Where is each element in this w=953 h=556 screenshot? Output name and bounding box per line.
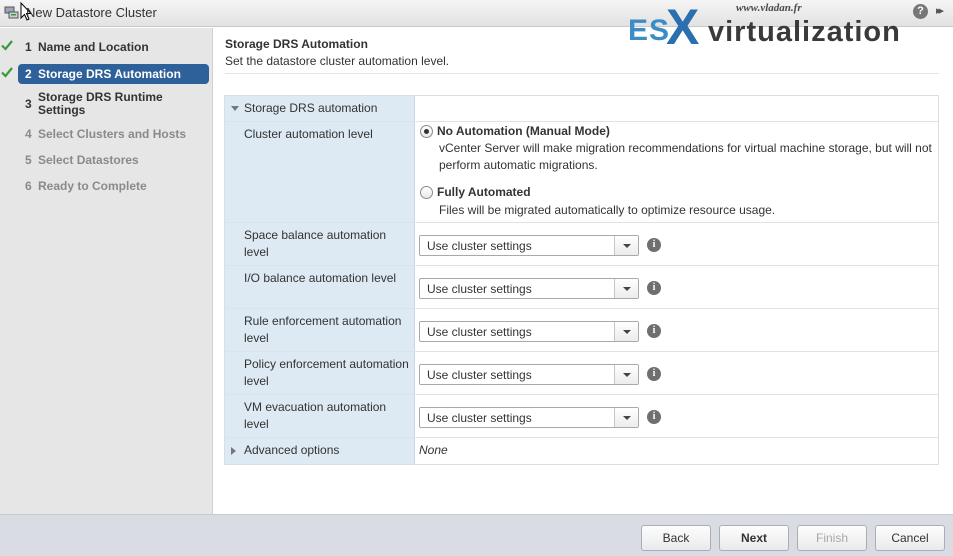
fully-automated-radio[interactable] <box>420 186 433 199</box>
title-bar: New Datastore Cluster ? ▸▸ <box>0 0 953 27</box>
info-icon[interactable]: i <box>647 281 661 295</box>
info-icon[interactable]: i <box>647 367 661 381</box>
info-icon[interactable]: i <box>647 324 661 338</box>
step-number: 6 <box>25 179 32 193</box>
select-value: Use cluster settings <box>427 239 532 253</box>
rule-enforcement-row: Rule enforcement automation level Use cl… <box>225 309 938 352</box>
storage-drs-settings-table: Storage DRS automation Cluster automatio… <box>224 95 939 465</box>
step-label: Storage DRS Automation <box>38 67 181 81</box>
chevron-down-icon[interactable] <box>614 322 638 341</box>
section-label: Storage DRS automation <box>244 101 378 115</box>
expand-icon[interactable]: ▸▸ <box>936 4 944 17</box>
vm-evacuation-select[interactable]: Use cluster settings <box>419 407 639 428</box>
step-select-clusters-and-hosts: 4 Select Clusters and Hosts <box>0 124 213 144</box>
io-balance-row: I/O balance automation level Use cluster… <box>225 266 938 309</box>
space-balance-row: Space balance automation level Use clust… <box>225 223 938 266</box>
row-label: Policy enforcement automation level <box>244 357 409 388</box>
chevron-down-icon[interactable] <box>614 279 638 298</box>
next-button[interactable]: Next <box>719 525 789 551</box>
step-label: Storage DRS Runtime Settings <box>38 90 163 117</box>
row-label: Space balance automation level <box>244 228 387 259</box>
back-button[interactable]: Back <box>641 525 711 551</box>
advanced-options-value: None <box>419 443 448 457</box>
step-number: 2 <box>25 67 32 81</box>
checkmark-icon <box>1 67 13 78</box>
page-title: Storage DRS Automation <box>225 37 368 51</box>
cluster-automation-level-row: Cluster automation level No Automation (… <box>225 122 938 223</box>
policy-enforcement-select[interactable]: Use cluster settings <box>419 364 639 385</box>
page-subtitle: Set the datastore cluster automation lev… <box>225 54 450 68</box>
space-balance-select[interactable]: Use cluster settings <box>419 235 639 256</box>
collapse-triangle-icon[interactable] <box>231 106 239 111</box>
step-label: Name and Location <box>38 40 149 54</box>
fully-automated-desc: Files will be migrated automatically to … <box>439 203 776 217</box>
fully-automated-title[interactable]: Fully Automated <box>437 185 531 199</box>
chevron-down-icon[interactable] <box>614 408 638 427</box>
datastore-cluster-icon <box>4 6 19 19</box>
help-icon[interactable]: ? <box>913 4 928 19</box>
step-number: 4 <box>25 127 32 141</box>
vm-evacuation-row: VM evacuation automation level Use clust… <box>225 395 938 438</box>
step-label: Select Datastores <box>38 153 139 167</box>
no-automation-title[interactable]: No Automation (Manual Mode) <box>437 124 610 138</box>
row-label: VM evacuation automation level <box>244 400 387 431</box>
chevron-down-icon[interactable] <box>614 365 638 384</box>
wizard-footer: Back Next Finish Cancel <box>0 514 953 556</box>
step-number: 5 <box>25 153 32 167</box>
window-title: New Datastore Cluster <box>26 5 157 20</box>
rule-enforcement-select[interactable]: Use cluster settings <box>419 321 639 342</box>
step-storage-drs-runtime-settings[interactable]: 3 Storage DRS Runtime Settings <box>0 90 180 118</box>
row-label: I/O balance automation level <box>244 271 397 285</box>
no-automation-desc: vCenter Server will make migration recom… <box>439 141 932 172</box>
finish-button: Finish <box>797 525 867 551</box>
step-number: 1 <box>25 40 32 54</box>
step-label: Select Clusters and Hosts <box>38 127 187 141</box>
row-label: Advanced options <box>244 443 340 457</box>
io-balance-select[interactable]: Use cluster settings <box>419 278 639 299</box>
cancel-button[interactable]: Cancel <box>875 525 945 551</box>
chevron-down-icon[interactable] <box>614 236 638 255</box>
advanced-options-row[interactable]: Advanced options None <box>225 438 938 464</box>
expand-triangle-icon[interactable] <box>231 447 236 455</box>
no-automation-radio[interactable] <box>420 125 433 138</box>
step-ready-to-complete: 6 Ready to Complete <box>0 176 213 196</box>
step-storage-drs-automation[interactable]: 2 Storage DRS Automation <box>0 64 213 84</box>
step-number: 3 <box>25 97 32 111</box>
checkmark-icon <box>1 40 13 51</box>
row-label: Rule enforcement automation level <box>244 314 402 345</box>
step-label: Ready to Complete <box>38 179 147 193</box>
info-icon[interactable]: i <box>647 410 661 424</box>
step-select-datastores: 5 Select Datastores <box>0 150 213 170</box>
select-value: Use cluster settings <box>427 282 532 296</box>
info-icon[interactable]: i <box>647 238 661 252</box>
row-label: Cluster automation level <box>244 127 373 141</box>
header-divider <box>225 73 939 74</box>
wizard-steps-sidebar: 1 Name and Location 2 Storage DRS Automa… <box>0 28 213 514</box>
section-header-row[interactable]: Storage DRS automation <box>225 96 938 122</box>
select-value: Use cluster settings <box>427 411 532 425</box>
policy-enforcement-row: Policy enforcement automation level Use … <box>225 352 938 395</box>
select-value: Use cluster settings <box>427 368 532 382</box>
select-value: Use cluster settings <box>427 325 532 339</box>
step-name-and-location[interactable]: 1 Name and Location <box>0 37 213 57</box>
